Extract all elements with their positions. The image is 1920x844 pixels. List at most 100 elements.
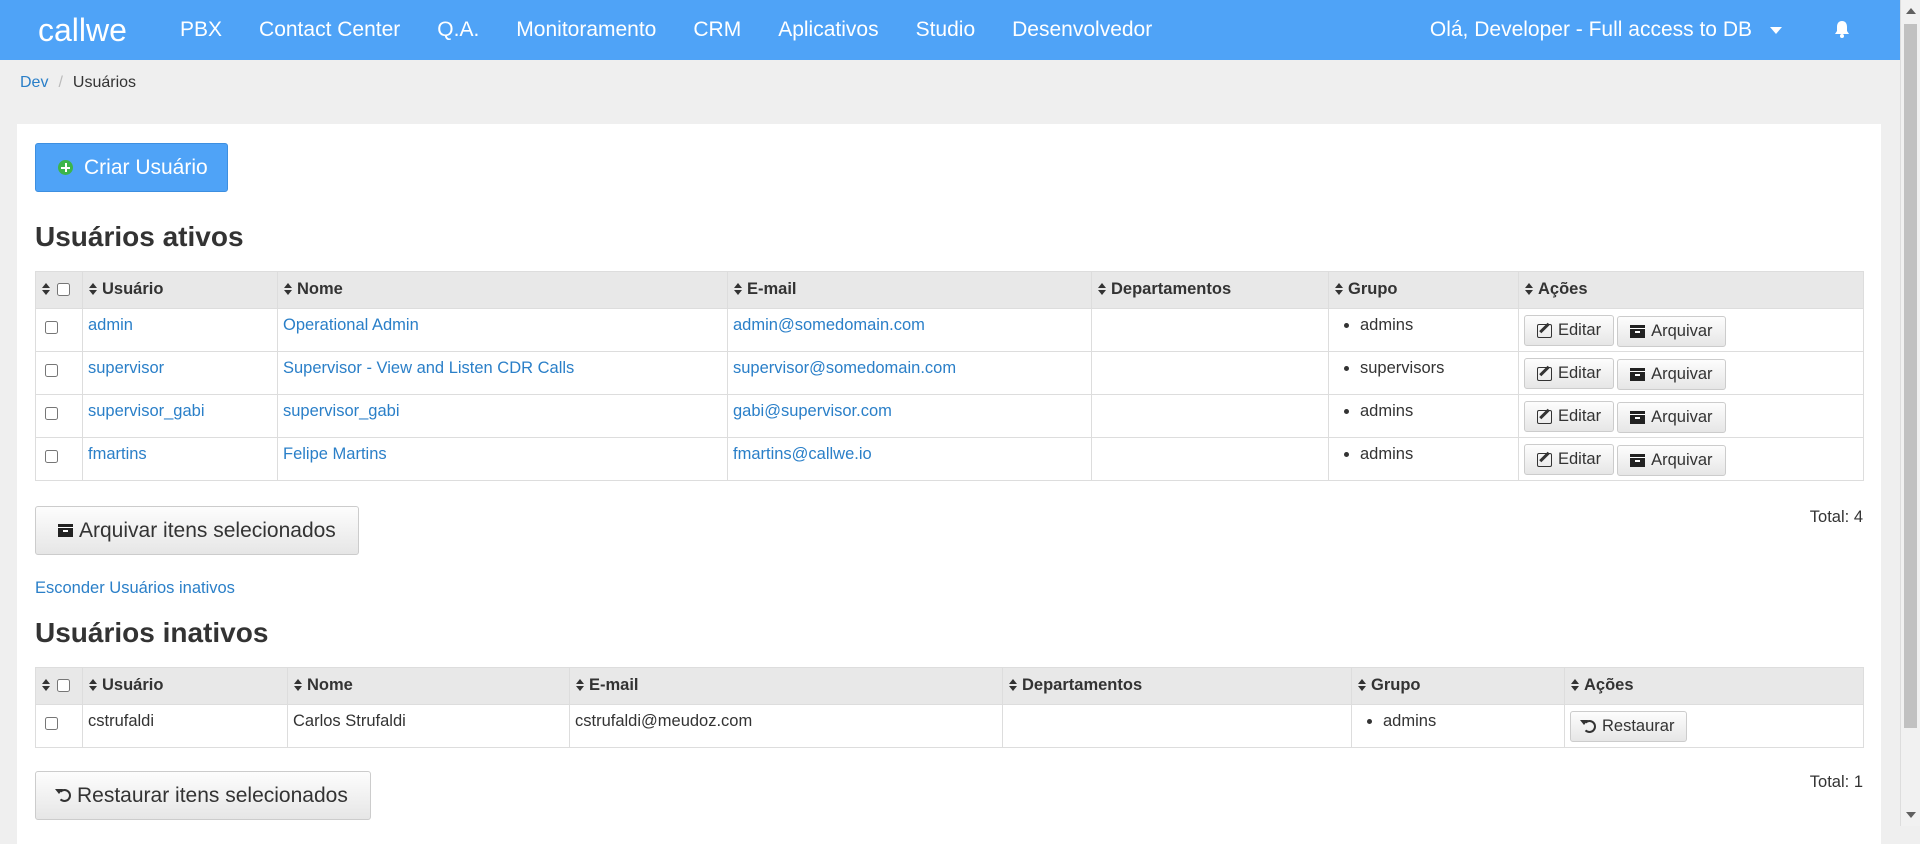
col-label: E-mail [747, 280, 797, 298]
col-label: Grupo [1348, 280, 1398, 298]
archive-label: Arquivar [1651, 450, 1713, 469]
dept-cell [1091, 308, 1329, 352]
col-email[interactable]: E-mail [727, 271, 1092, 309]
name-link[interactable]: supervisor_gabi [283, 402, 399, 420]
toggle-inactive-link[interactable]: Esconder Usuários inativos [35, 579, 235, 598]
nav-monitoramento[interactable]: Monitoramento [516, 18, 656, 42]
inactive-users-table: Usuário Nome E-mail Departamentos Grupo … [35, 667, 1864, 748]
edit-button[interactable]: Editar [1524, 401, 1615, 432]
navbar-right: Olá, Developer - Full access to DB [1430, 0, 1900, 60]
row-checkbox[interactable] [45, 407, 58, 420]
sort-icon [1525, 283, 1533, 295]
group-item: supervisors [1360, 359, 1513, 378]
row-checkbox[interactable] [45, 364, 58, 377]
sort-icon[interactable] [42, 679, 50, 691]
page-scrollbar[interactable] [1900, 0, 1920, 826]
nav-desenvolvedor[interactable]: Desenvolvedor [1012, 18, 1152, 42]
nav-qa[interactable]: Q.A. [437, 18, 479, 42]
col-usuario[interactable]: Usuário [82, 667, 288, 705]
select-all-checkbox[interactable] [57, 679, 70, 692]
sort-icon [734, 283, 742, 295]
sort-icon [1335, 283, 1343, 295]
callwe-logo[interactable]: callwe [38, 10, 150, 50]
user-link[interactable]: admin [88, 316, 133, 334]
nav-contact-center[interactable]: Contact Center [259, 18, 400, 42]
nav-aplicativos[interactable]: Aplicativos [778, 18, 878, 42]
archive-button[interactable]: Arquivar [1617, 358, 1726, 390]
email-link[interactable]: gabi@supervisor.com [733, 402, 892, 420]
nav-pbx[interactable]: PBX [180, 18, 222, 42]
col-acoes[interactable]: Ações [1518, 271, 1864, 309]
col-acoes[interactable]: Ações [1564, 667, 1864, 705]
col-email[interactable]: E-mail [569, 667, 1003, 705]
active-total: Total: 4 [1809, 508, 1863, 526]
sort-icon [284, 283, 292, 295]
col-label: Nome [297, 280, 343, 298]
sort-icon [576, 679, 584, 691]
email-cell: cstrufaldi@meudoz.com [569, 704, 1003, 748]
email-link[interactable]: admin@somedomain.com [733, 316, 925, 334]
user-link[interactable]: supervisor_gabi [88, 402, 204, 420]
email-link[interactable]: supervisor@somedomain.com [733, 359, 956, 377]
archive-label: Arquivar [1651, 407, 1713, 426]
name-link[interactable]: Felipe Martins [283, 445, 387, 463]
email-link[interactable]: fmartins@callwe.io [733, 445, 872, 463]
edit-button[interactable]: Editar [1524, 358, 1615, 389]
archive-selected-button[interactable]: Arquivar itens selecionados [35, 506, 359, 555]
archive-label: Arquivar [1651, 321, 1713, 340]
restore-icon [1580, 720, 1596, 733]
name-link[interactable]: Operational Admin [283, 316, 419, 334]
col-departamentos[interactable]: Departamentos [1091, 271, 1329, 309]
top-navbar: callwe PBX Contact Center Q.A. Monitoram… [0, 0, 1900, 60]
col-grupo[interactable]: Grupo [1328, 271, 1519, 309]
user-link[interactable]: fmartins [88, 445, 147, 463]
name-link[interactable]: Supervisor - View and Listen CDR Calls [283, 359, 574, 377]
breadcrumb-dev[interactable]: Dev [20, 74, 48, 92]
user-menu[interactable]: Olá, Developer - Full access to DB [1430, 18, 1782, 42]
archive-icon [58, 524, 73, 537]
dept-cell [1091, 351, 1329, 395]
scroll-thumb[interactable] [1904, 24, 1917, 728]
nav-crm[interactable]: CRM [693, 18, 741, 42]
edit-button[interactable]: Editar [1524, 444, 1615, 475]
table-row: supervisor_gabi supervisor_gabi gabi@sup… [35, 394, 1864, 438]
sort-icon [1571, 679, 1579, 691]
group-item: admins [1383, 712, 1559, 731]
plus-circle-icon [58, 160, 73, 175]
table-row: admin Operational Admin admin@somedomain… [35, 308, 1864, 352]
restore-button[interactable]: Restaurar [1570, 711, 1688, 742]
archive-button[interactable]: Arquivar [1617, 315, 1726, 347]
archive-icon [1630, 453, 1646, 467]
user-greeting: Olá, Developer - Full access to DB [1429, 18, 1752, 41]
col-nome[interactable]: Nome [287, 667, 570, 705]
bell-icon[interactable] [1834, 20, 1852, 40]
user-link[interactable]: supervisor [88, 359, 164, 377]
row-checkbox[interactable] [45, 450, 58, 463]
scroll-up-arrow-icon[interactable] [1906, 8, 1916, 14]
col-usuario[interactable]: Usuário [82, 271, 278, 309]
dept-cell [1091, 394, 1329, 438]
row-checkbox[interactable] [45, 717, 58, 730]
archive-icon [1630, 367, 1646, 381]
col-nome[interactable]: Nome [277, 271, 728, 309]
sort-icon[interactable] [42, 283, 50, 295]
restore-selected-label: Restaurar itens selecionados [77, 783, 348, 807]
archive-button[interactable]: Arquivar [1617, 401, 1726, 433]
create-user-label: Criar Usuário [84, 155, 208, 179]
create-user-button[interactable]: Criar Usuário [35, 143, 228, 192]
row-checkbox[interactable] [45, 321, 58, 334]
archive-button[interactable]: Arquivar [1617, 444, 1726, 476]
col-grupo[interactable]: Grupo [1351, 667, 1565, 705]
edit-button[interactable]: Editar [1524, 315, 1615, 346]
select-all-header [35, 271, 83, 309]
sort-icon [294, 679, 302, 691]
scroll-down-arrow-icon[interactable] [1906, 812, 1916, 818]
restore-selected-button[interactable]: Restaurar itens selecionados [35, 771, 371, 820]
col-label: Ações [1538, 280, 1588, 298]
nav-studio[interactable]: Studio [916, 18, 976, 42]
table-row: cstrufaldi Carlos Strufaldi cstrufaldi@m… [35, 704, 1864, 748]
select-all-checkbox[interactable] [57, 283, 70, 296]
group-item: admins [1360, 402, 1513, 421]
col-departamentos[interactable]: Departamentos [1002, 667, 1352, 705]
breadcrumb-separator: / [58, 74, 63, 91]
